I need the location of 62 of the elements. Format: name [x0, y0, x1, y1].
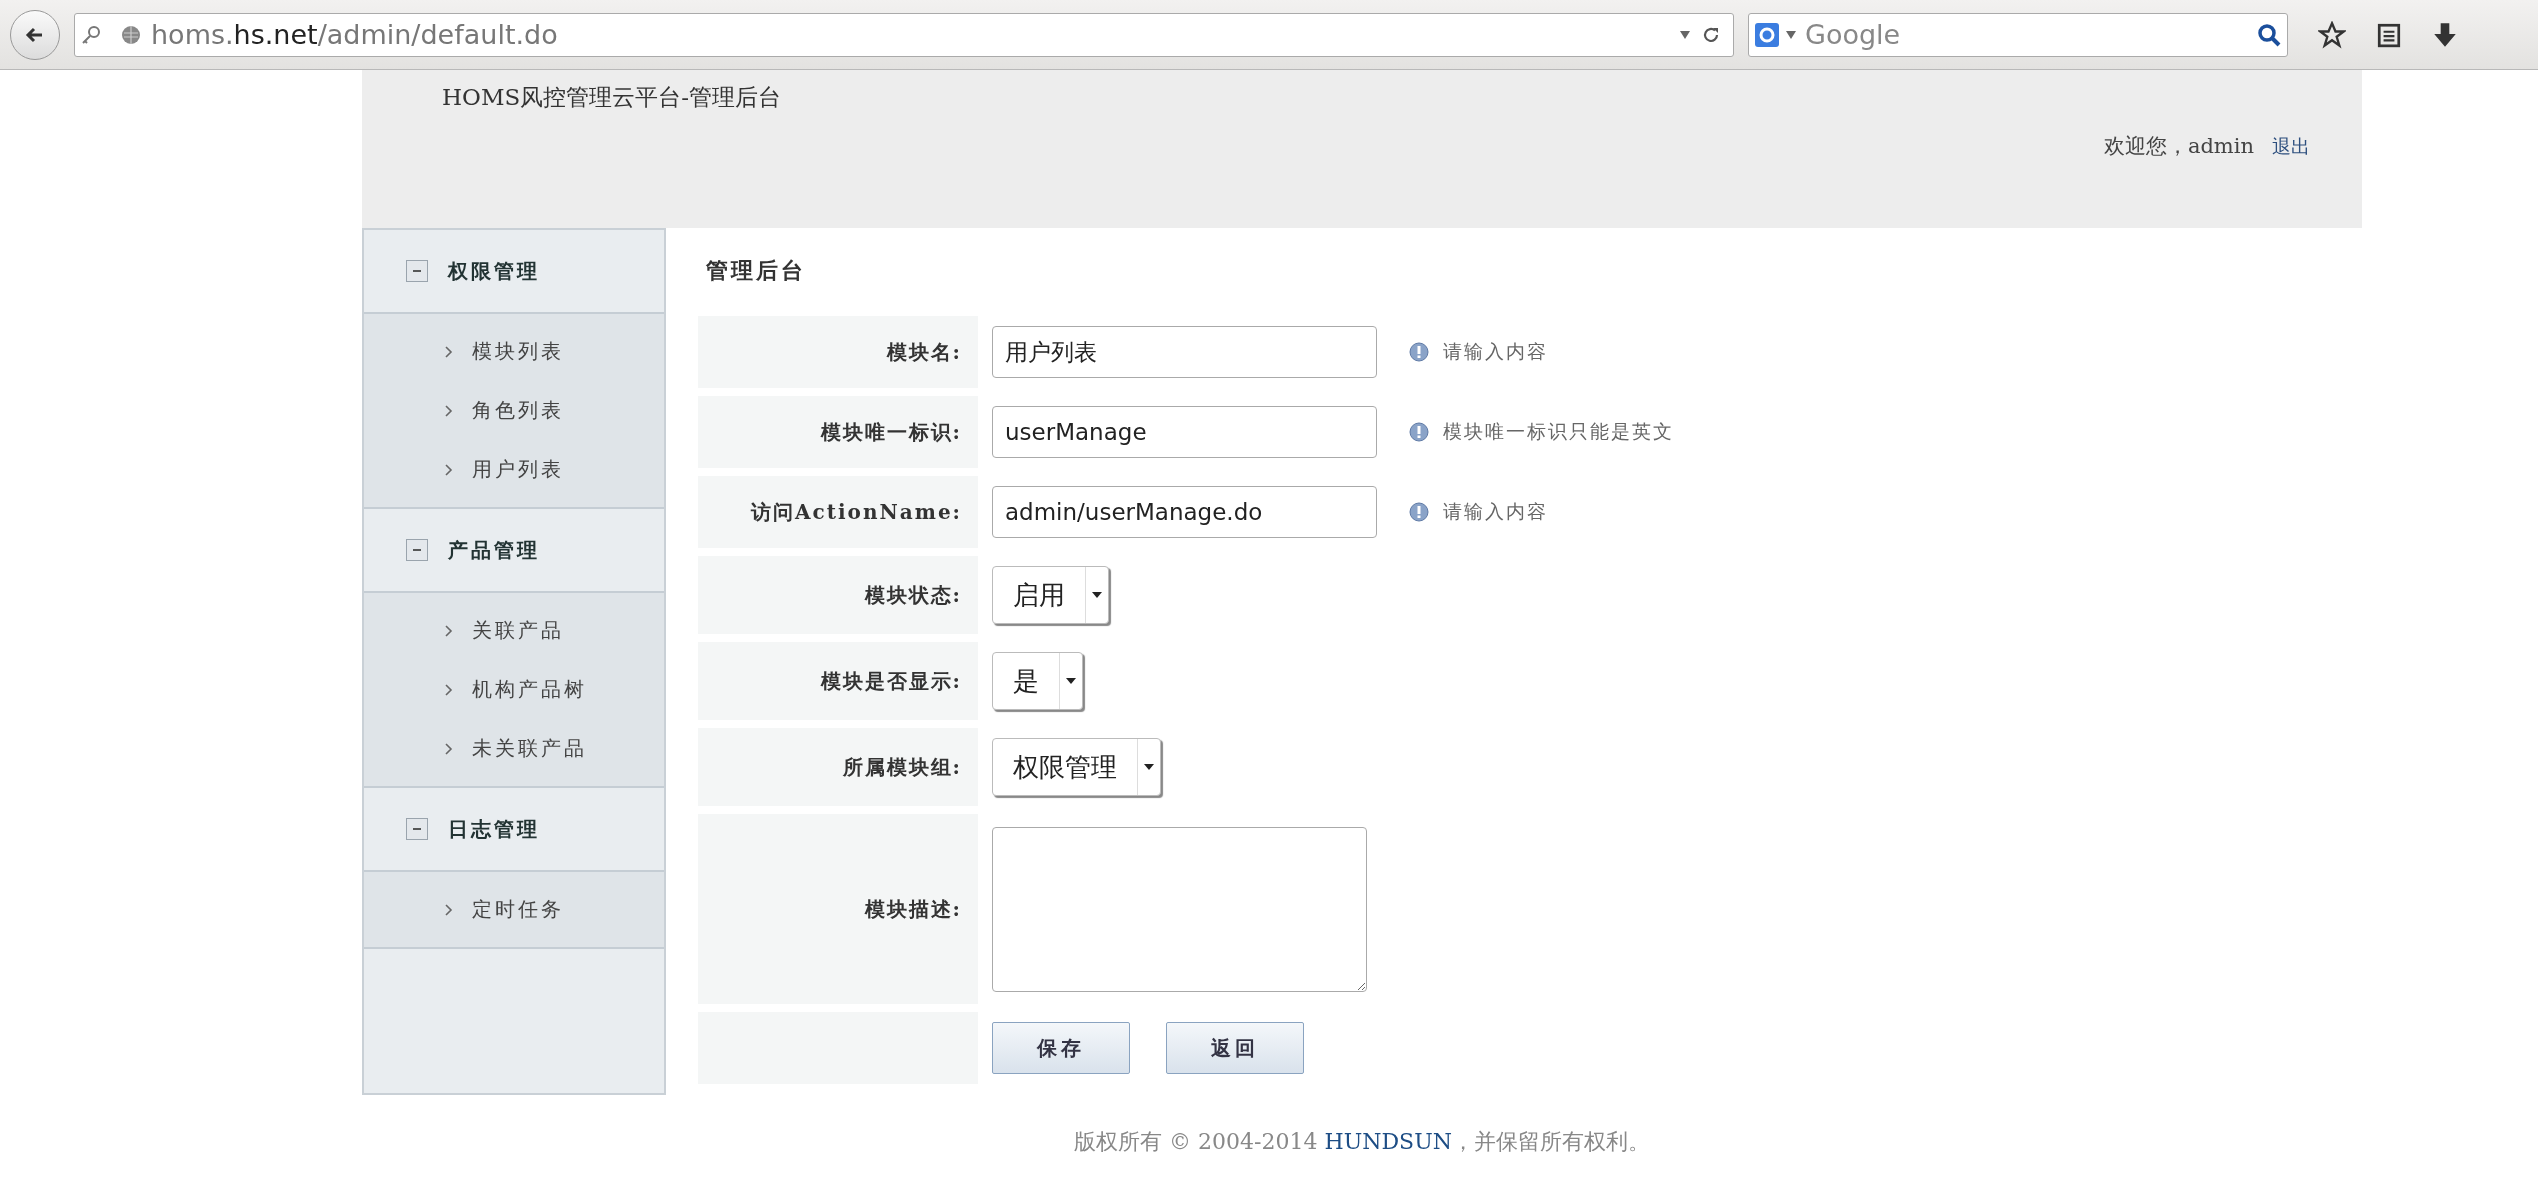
welcome-text: 欢迎您，admin	[2103, 133, 2254, 160]
search-icon[interactable]	[2257, 22, 2281, 47]
sidebar-item[interactable]: 角色列表	[364, 381, 664, 440]
logout-link[interactable]: 退出	[2272, 134, 2310, 160]
download-icon[interactable]	[2432, 20, 2458, 49]
dropdown-icon[interactable]	[1679, 29, 1691, 40]
site-title: HOMS风控管理云平台-管理后台	[442, 84, 781, 110]
star-icon[interactable]	[2318, 20, 2346, 49]
form-label: 模块描述:	[698, 814, 978, 1004]
text-field[interactable]: userManage	[992, 406, 1377, 458]
search-engine-icon	[1755, 22, 1779, 47]
sidebar-item[interactable]: 关联产品	[364, 601, 664, 660]
bookmarks-icon[interactable]	[2376, 21, 2402, 48]
hundsun-link[interactable]: HUNDSUN	[1324, 1129, 1452, 1154]
group-label: 权限管理	[448, 257, 540, 285]
info-icon	[1409, 422, 1429, 442]
sidebar-item[interactable]: 模块列表	[364, 322, 664, 381]
dropdown[interactable]: 权限管理	[992, 738, 1161, 796]
hint-text: 模块唯一标识只能是英文	[1443, 419, 1674, 444]
url-text: homs.hs.net/admin/default.do	[151, 19, 558, 50]
chevron-icon	[444, 462, 454, 477]
chevron-icon	[444, 403, 454, 418]
form-label: 模块名:	[698, 316, 978, 388]
dropdown-icon[interactable]	[1785, 29, 1797, 40]
chevron-icon	[444, 741, 454, 756]
form-label: 模块是否显示:	[698, 642, 978, 720]
chevron-icon	[444, 682, 454, 697]
collapse-icon[interactable]	[406, 818, 428, 840]
copyright-text: 版权所有 © 2004-2014 HUNDSUN，并保留所有权利。	[1074, 1129, 1650, 1154]
group-label: 日志管理	[448, 815, 540, 843]
form-label: 模块唯一标识:	[698, 396, 978, 468]
sidebar-item[interactable]: 机构产品树	[364, 660, 664, 719]
hint-text: 请输入内容	[1443, 499, 1548, 524]
caret-icon	[1092, 592, 1102, 598]
caret-icon	[1066, 678, 1076, 684]
globe-icon	[121, 24, 141, 45]
collapse-icon[interactable]	[406, 539, 428, 561]
back-button[interactable]	[10, 9, 60, 60]
page-title: 管理后台	[706, 256, 807, 285]
caret-icon	[1144, 764, 1154, 770]
info-icon	[1409, 342, 1429, 362]
dropdown[interactable]: 启用	[992, 566, 1109, 624]
text-field[interactable]: admin/userManage.do	[992, 486, 1377, 538]
sidebar-item[interactable]: 用户列表	[364, 440, 664, 499]
collapse-icon[interactable]	[406, 260, 428, 282]
form-label: 访问ActionName:	[698, 476, 978, 548]
chevron-icon	[444, 344, 454, 359]
dropdown[interactable]: 是	[992, 652, 1083, 710]
hint-text: 请输入内容	[1443, 339, 1548, 364]
group-label: 产品管理	[448, 536, 540, 564]
description-field[interactable]	[992, 826, 1367, 992]
form-button[interactable]: 返回	[1166, 1022, 1304, 1074]
text-field[interactable]: 用户列表	[992, 326, 1377, 378]
chevron-icon	[444, 623, 454, 638]
address-field[interactable]: homs.hs.net/admin/default.do	[74, 12, 1734, 57]
sidebar-item[interactable]: 未关联产品	[364, 719, 664, 778]
form-label: 所属模块组:	[698, 728, 978, 806]
chevron-icon	[444, 902, 454, 917]
form-label: 模块状态:	[698, 556, 978, 634]
form-button[interactable]: 保存	[992, 1022, 1130, 1074]
info-icon	[1409, 502, 1429, 522]
search-box[interactable]: Google	[1748, 12, 2288, 57]
